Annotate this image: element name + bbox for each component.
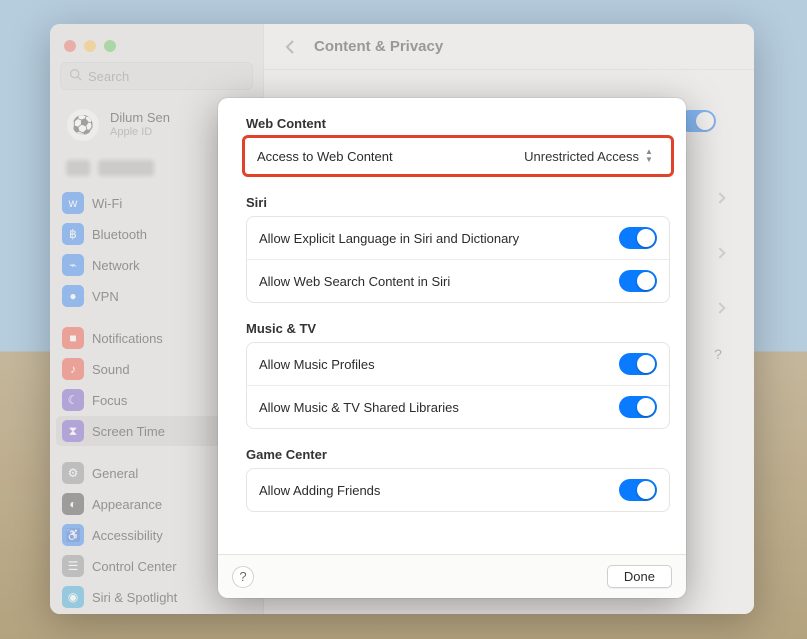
select-value: Unrestricted Access	[524, 149, 639, 164]
setting-row[interactable]: Allow Explicit Language in Siri and Dict…	[247, 217, 669, 259]
setting-label: Allow Explicit Language in Siri and Dict…	[259, 231, 519, 246]
help-button[interactable]: ?	[232, 566, 254, 588]
section-title: Game Center	[246, 447, 670, 462]
setting-row[interactable]: Allow Adding Friends	[247, 469, 669, 511]
setting-row[interactable]: Access to Web Content Unrestricted Access…	[245, 138, 671, 174]
setting-label: Access to Web Content	[257, 149, 393, 164]
select[interactable]: Unrestricted Access ▲▼	[524, 148, 659, 164]
section-title: Web Content	[246, 116, 670, 131]
setting-label: Allow Music Profiles	[259, 357, 375, 372]
setting-label: Allow Music & TV Shared Libraries	[259, 400, 459, 415]
done-button[interactable]: Done	[607, 565, 672, 588]
up-down-icon: ▲▼	[645, 148, 659, 164]
setting-row[interactable]: Allow Music Profiles	[247, 343, 669, 385]
toggle[interactable]	[619, 270, 657, 292]
settings-window: Search ⚽ Dilum Sen Apple ID ᴡWi-Fi฿Bluet…	[50, 24, 754, 614]
toggle[interactable]	[619, 353, 657, 375]
toggle[interactable]	[619, 479, 657, 501]
content-privacy-sheet: Web Content Access to Web Content Unrestri…	[218, 98, 686, 598]
setting-row[interactable]: Allow Music & TV Shared Libraries	[247, 385, 669, 428]
setting-label: Allow Adding Friends	[259, 483, 380, 498]
section-title: Music & TV	[246, 321, 670, 336]
section-title: Siri	[246, 195, 670, 210]
toggle[interactable]	[619, 227, 657, 249]
toggle[interactable]	[619, 396, 657, 418]
setting-row[interactable]: Allow Web Search Content in Siri	[247, 259, 669, 302]
setting-label: Allow Web Search Content in Siri	[259, 274, 450, 289]
